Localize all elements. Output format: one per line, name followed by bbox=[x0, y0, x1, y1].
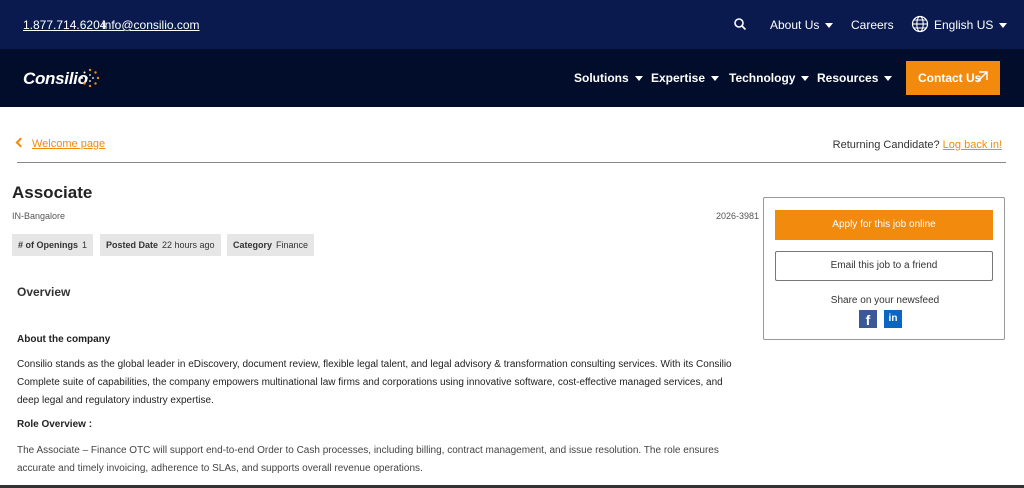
job-location: IN-Bangalore bbox=[12, 211, 66, 221]
tag-value: Finance bbox=[276, 240, 309, 250]
email-friend-button[interactable]: Email this job to a friend bbox=[775, 251, 993, 281]
overview-heading: Overview bbox=[17, 285, 71, 299]
chevron-down-icon bbox=[634, 76, 643, 82]
nav-expertise[interactable]: Expertise bbox=[651, 71, 720, 85]
consilio-logo[interactable]: Consilio bbox=[23, 69, 88, 89]
tag-value: 22 hours ago bbox=[162, 240, 215, 250]
apply-online-button[interactable]: Apply for this job online bbox=[775, 210, 993, 240]
share-label: Share on your newsfeed bbox=[830, 295, 940, 306]
posted-date-badge: Posted Date 22 hours ago bbox=[100, 234, 221, 256]
nav-solutions-label: Solutions bbox=[574, 71, 629, 85]
chevron-down-icon bbox=[825, 23, 834, 29]
about-us-label: About Us bbox=[770, 18, 820, 32]
tag-label: Posted Date bbox=[106, 240, 159, 250]
about-company-heading: About the company bbox=[17, 334, 111, 345]
back-link-label: Welcome page bbox=[32, 138, 106, 150]
language-selector[interactable]: English US bbox=[934, 18, 1008, 32]
nav-technology-label: Technology bbox=[729, 71, 796, 85]
role-overview-text: The Associate – Finance OTC will support… bbox=[17, 445, 719, 474]
nav-resources-label: Resources bbox=[817, 71, 879, 85]
contact-us-button[interactable]: Contact Us bbox=[906, 61, 1000, 95]
tag-label: Category bbox=[233, 240, 273, 250]
openings-badge: # of Openings 1 bbox=[12, 234, 94, 256]
globe-icon bbox=[911, 15, 929, 33]
main-nav: Consilio Solutions Expertise Technology … bbox=[0, 49, 1024, 107]
tag-value: 1 bbox=[82, 240, 88, 250]
job-req-id: 2026-3981 bbox=[716, 211, 760, 221]
logo-burst-icon bbox=[81, 68, 100, 88]
chevron-down-icon bbox=[801, 76, 810, 82]
phone-link[interactable]: 1.877.714.6204 bbox=[23, 18, 106, 32]
careers-link[interactable]: Careers bbox=[851, 18, 894, 32]
nav-expertise-label: Expertise bbox=[651, 71, 706, 85]
chevron-down-icon bbox=[711, 76, 720, 82]
about-us-menu[interactable]: About Us bbox=[770, 18, 834, 32]
category-badge: Category Finance bbox=[227, 234, 315, 256]
linkedin-icon[interactable]: in bbox=[884, 310, 902, 328]
language-label: English US bbox=[934, 18, 994, 32]
returning-label: Returning Candidate? bbox=[832, 139, 940, 151]
chevron-down-icon bbox=[999, 23, 1008, 29]
role-overview-heading: Role Overview : bbox=[17, 419, 93, 430]
nav-resources[interactable]: Resources bbox=[817, 71, 893, 85]
arrow-up-right-icon bbox=[976, 71, 988, 83]
email-link[interactable]: info@consilio.com bbox=[102, 18, 200, 32]
about-company-text: Consilio stands as the global leader in … bbox=[17, 359, 732, 406]
utility-bar: 1.877.714.6204 info@consilio.com About U… bbox=[0, 0, 1024, 49]
divider bbox=[17, 162, 1006, 163]
returning-candidate: Returning Candidate? Log back in! bbox=[833, 139, 1002, 151]
back-to-welcome-link[interactable]: Welcome page bbox=[15, 137, 106, 150]
chevron-left-icon bbox=[15, 137, 26, 148]
tag-label: # of Openings bbox=[18, 240, 79, 250]
nav-solutions[interactable]: Solutions bbox=[574, 71, 643, 85]
job-title: Associate bbox=[12, 183, 93, 202]
chevron-down-icon bbox=[884, 76, 893, 82]
contact-us-label: Contact Us bbox=[918, 71, 982, 85]
facebook-icon[interactable]: f bbox=[859, 310, 877, 328]
nav-technology[interactable]: Technology bbox=[729, 71, 810, 85]
login-link[interactable]: Log back in! bbox=[943, 139, 1002, 151]
search-icon[interactable] bbox=[733, 17, 747, 31]
apply-panel: Apply for this job online Email this job… bbox=[763, 197, 1005, 340]
